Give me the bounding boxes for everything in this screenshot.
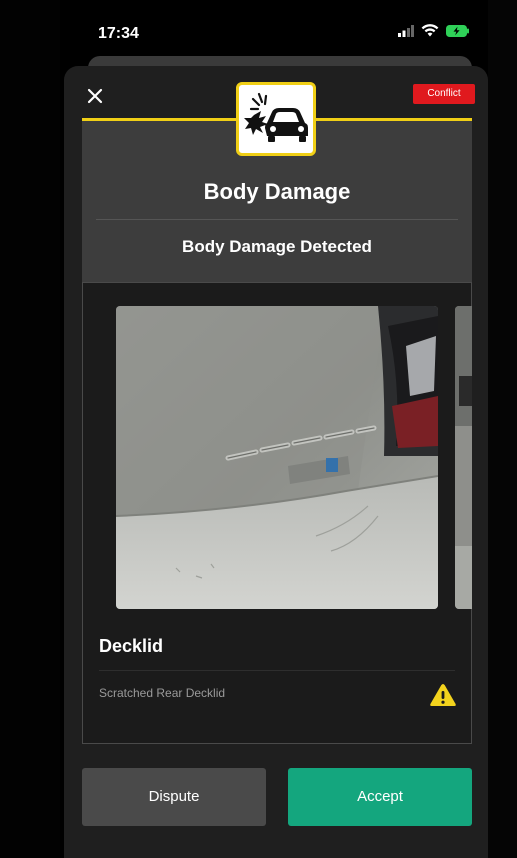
close-button[interactable] xyxy=(84,84,106,106)
status-icons xyxy=(398,24,470,37)
divider xyxy=(99,670,455,671)
damage-description: Scratched Rear Decklid xyxy=(99,686,226,700)
signal-icon xyxy=(398,24,414,37)
accept-button[interactable]: Accept xyxy=(288,768,472,826)
car-collision-icon xyxy=(244,92,308,142)
dispute-button[interactable]: Dispute xyxy=(82,768,266,826)
close-icon xyxy=(87,88,103,104)
divider xyxy=(96,219,458,220)
page-title: Body Damage xyxy=(203,179,351,204)
battery-icon xyxy=(446,24,469,37)
screen: 17:34 Conflict Body Damage Body Damage D… xyxy=(0,0,517,858)
left-margin xyxy=(0,0,60,858)
damage-photo[interactable] xyxy=(116,306,438,609)
right-margin xyxy=(488,0,517,858)
damage-subtitle: Body Damage Detected xyxy=(182,237,372,256)
damage-photo-image xyxy=(116,306,438,609)
conflict-badge: Conflict xyxy=(413,84,475,104)
next-photo-image xyxy=(455,306,472,609)
next-damage-photo[interactable] xyxy=(455,306,472,609)
warning-icon xyxy=(430,684,456,706)
category-icon-box xyxy=(236,82,316,156)
status-time: 17:34 xyxy=(98,25,139,42)
wifi-icon xyxy=(421,24,439,37)
status-bar: 17:34 xyxy=(60,0,488,62)
damaged-part-name: Decklid xyxy=(99,636,164,656)
